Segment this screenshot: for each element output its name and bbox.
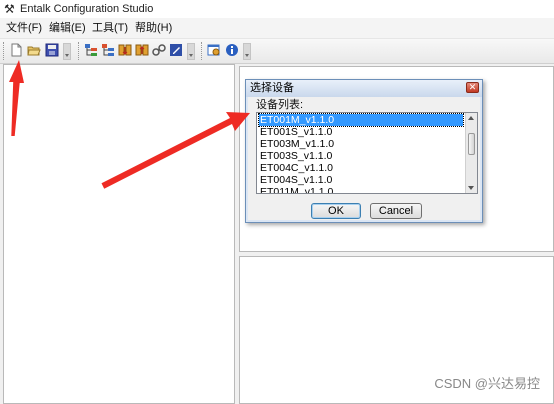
device-list-item[interactable]: ET001S_v1.1.0 <box>259 126 332 138</box>
open-folder-icon[interactable] <box>27 43 41 57</box>
device-list-item[interactable]: ET004S_v1.1.0 <box>259 174 332 186</box>
menu-tools[interactable]: 工具(T) <box>92 22 128 35</box>
tree-config-icon[interactable] <box>84 43 98 57</box>
device-list-item[interactable]: ET004C_v1.1.0 <box>259 162 333 174</box>
watermark: CSDN @兴达易控 <box>434 376 540 391</box>
info-icon[interactable] <box>225 43 239 57</box>
device-list-item[interactable]: ET003M_v1.1.0 <box>259 138 334 150</box>
edit-icon[interactable] <box>169 43 183 57</box>
device-list-label: 设备列表: <box>256 99 304 111</box>
toolbar-grip[interactable] <box>201 42 205 60</box>
tools-icon: ⚒ <box>4 2 15 16</box>
toolbar-overflow-chevron[interactable] <box>243 43 251 60</box>
toolbar <box>0 39 554 64</box>
listbox-scrollbar[interactable] <box>465 113 477 193</box>
menu-help[interactable]: 帮助(H) <box>135 22 172 35</box>
dialog-title: 选择设备 <box>250 82 294 94</box>
settings-window-icon[interactable] <box>207 43 221 57</box>
dialog-body: 设备列表: ET001M_v1.1.0 ET001S_v1.1.0 ET003M… <box>248 97 480 220</box>
scroll-up-icon[interactable] <box>468 116 474 120</box>
toolbar-grip[interactable] <box>78 42 82 60</box>
project-tree-pane[interactable] <box>3 64 235 404</box>
menu-edit[interactable]: 编辑(E) <box>49 22 86 35</box>
scroll-down-icon[interactable] <box>468 186 474 190</box>
close-icon[interactable]: ✕ <box>466 82 479 93</box>
title-bar: ⚒ Entalk Configuration Studio <box>0 0 554 18</box>
download-icon[interactable] <box>118 43 132 57</box>
link-icon[interactable] <box>152 43 166 57</box>
menu-file[interactable]: 文件(F) <box>6 22 42 35</box>
cancel-button[interactable]: Cancel <box>370 203 422 219</box>
save-icon[interactable] <box>45 43 59 57</box>
scroll-thumb[interactable] <box>468 133 475 155</box>
toolbar-grip[interactable] <box>3 42 7 60</box>
device-list-item[interactable]: ET003S_v1.1.0 <box>259 150 332 162</box>
toolbar-overflow-chevron[interactable] <box>63 43 71 60</box>
ok-button[interactable]: OK <box>311 203 361 219</box>
device-config-icon[interactable] <box>101 43 115 57</box>
toolbar-overflow-chevron[interactable] <box>187 43 195 60</box>
select-device-dialog: 选择设备 ✕ 设备列表: ET001M_v1.1.0 ET001S_v1.1.0… <box>245 79 483 223</box>
device-list-item[interactable]: ET001M_v1.1.0 <box>258 113 464 127</box>
device-list-item[interactable]: ET011M_v1.1.0 <box>259 186 333 193</box>
dialog-title-bar[interactable]: 选择设备 ✕ <box>246 80 482 97</box>
new-file-icon[interactable] <box>9 43 23 57</box>
device-listbox[interactable]: ET001M_v1.1.0 ET001S_v1.1.0 ET003M_v1.1.… <box>256 112 478 194</box>
window-title: Entalk Configuration Studio <box>20 3 154 15</box>
menu-bar: 文件(F) 编辑(E) 工具(T) 帮助(H) <box>0 18 554 39</box>
upload-icon[interactable] <box>135 43 149 57</box>
